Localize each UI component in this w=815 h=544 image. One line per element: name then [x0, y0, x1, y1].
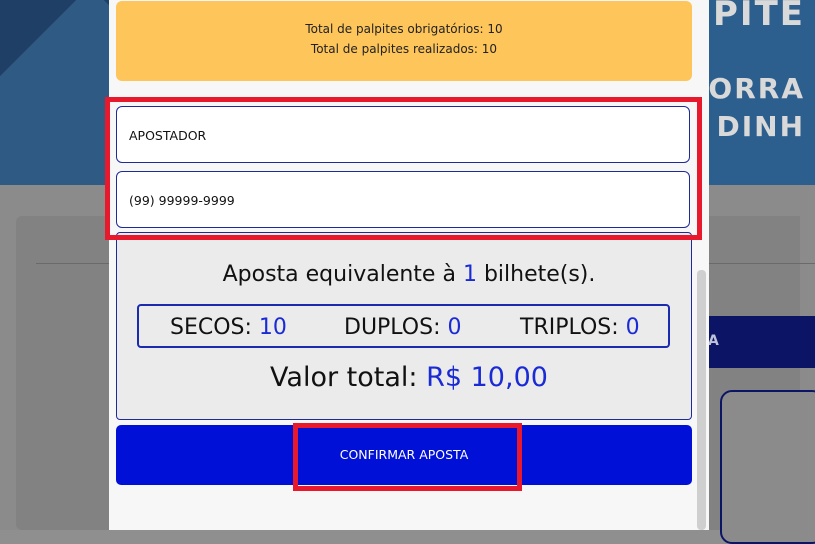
- inputs-highlight-frame: [105, 97, 702, 240]
- triplos-count: TRIPLOS: 0: [520, 315, 640, 340]
- button-highlight-frame: [293, 423, 522, 491]
- background-tab-label: A: [708, 333, 719, 349]
- guesses-info-box: Total de palpites obrigatórios: 10 Total…: [116, 1, 692, 81]
- bet-type-counts: SECOS: 10 DUPLOS: 0 TRIPLOS: 0: [137, 304, 670, 348]
- background-card: [720, 390, 815, 544]
- made-guesses-text: Total de palpites realizados: 10: [310, 42, 498, 56]
- background-tab: A: [700, 316, 815, 368]
- duplos-label: DUPLOS:: [344, 315, 441, 340]
- equiv-count: 1: [462, 262, 477, 287]
- total-value-text: Valor total: R$ 10,00: [109, 362, 709, 393]
- banner-text-1: PITE: [713, 0, 805, 34]
- duplos-value: 0: [447, 315, 462, 340]
- secos-label: SECOS:: [170, 315, 252, 340]
- duplos-count: DUPLOS: 0: [344, 315, 461, 340]
- banner-text-2: ORRA: [708, 72, 805, 105]
- equiv-suffix: bilhete(s).: [483, 262, 596, 287]
- required-guesses-text: Total de palpites obrigatórios: 10: [305, 22, 503, 36]
- background-divider-right: [700, 263, 815, 264]
- equiv-prefix: Aposta equivalente à: [222, 262, 456, 287]
- banner-text-3: DINH: [716, 110, 805, 143]
- ticket-equivalence-text: Aposta equivalente à 1 bilhete(s).: [109, 262, 709, 287]
- triplos-value: 0: [625, 315, 640, 340]
- secos-value: 10: [258, 315, 287, 340]
- total-label: Valor total:: [270, 362, 418, 393]
- secos-count: SECOS: 10: [170, 315, 287, 340]
- triplos-label: TRIPLOS:: [520, 315, 619, 340]
- modal-scrollbar[interactable]: [697, 270, 706, 530]
- total-amount: R$ 10,00: [426, 362, 548, 393]
